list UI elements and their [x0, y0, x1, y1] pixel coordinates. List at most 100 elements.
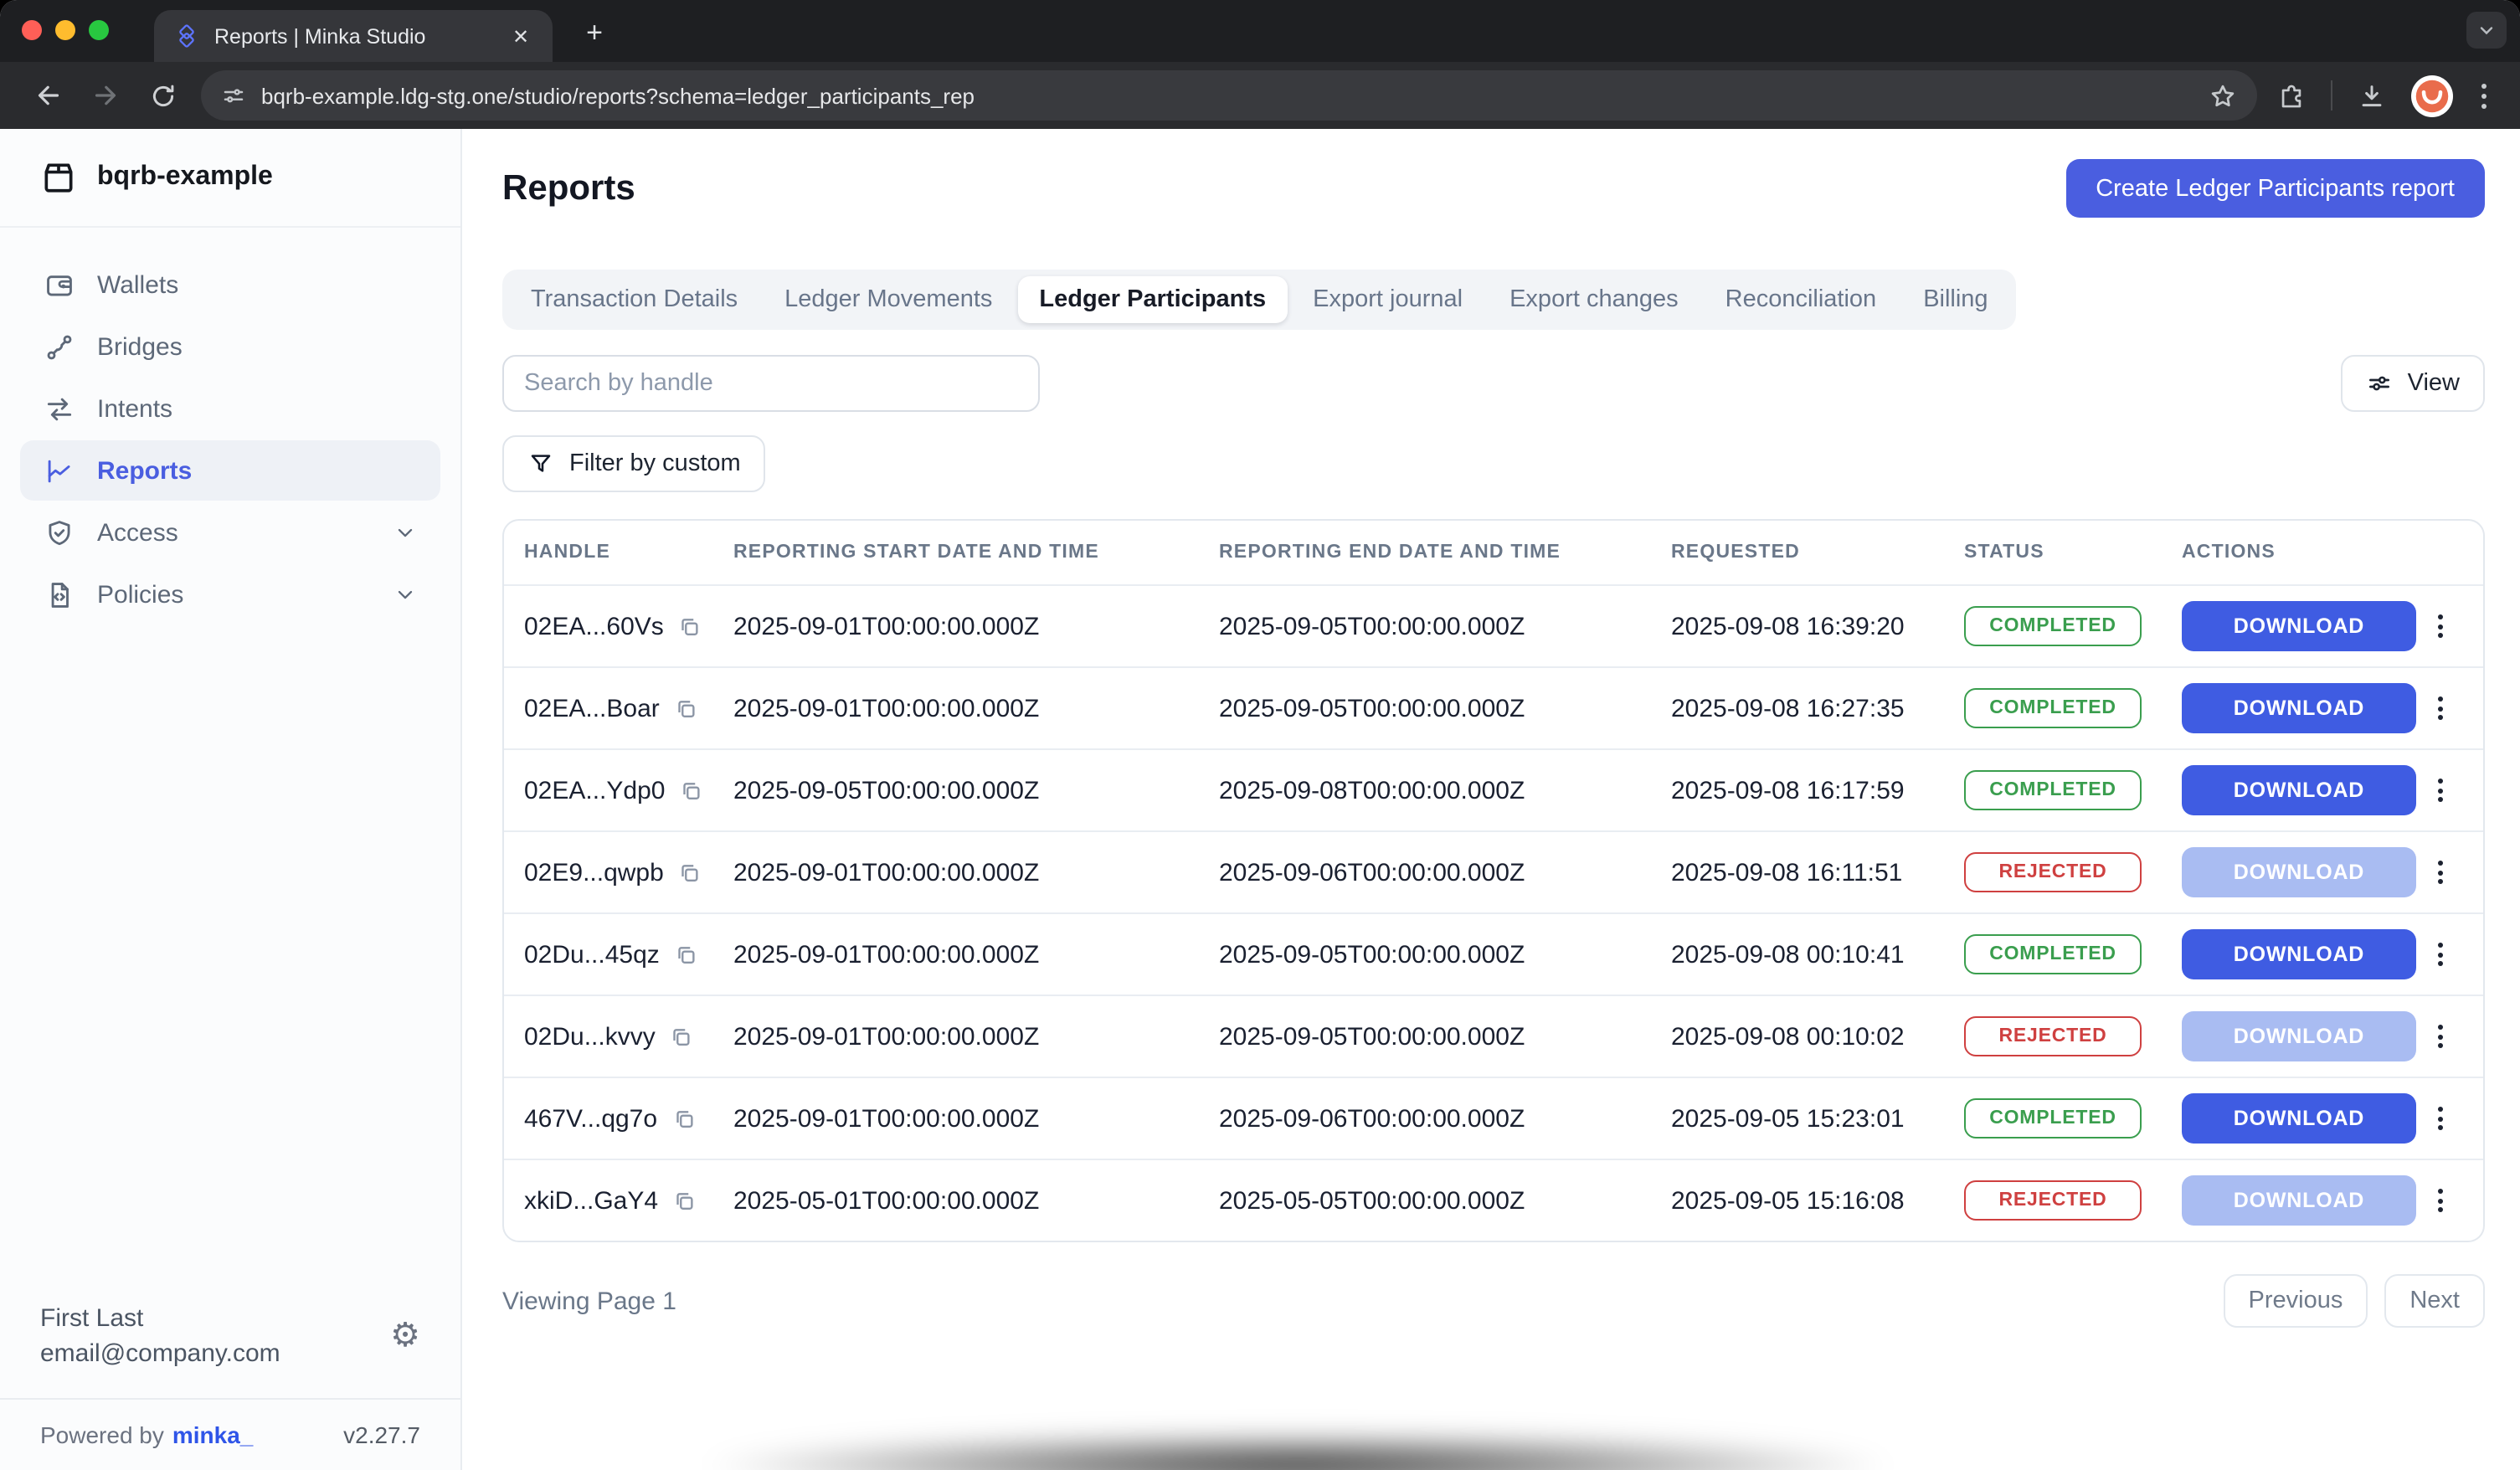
downloads-icon[interactable] [2358, 81, 2386, 110]
copy-icon[interactable] [677, 860, 702, 885]
reporting-end-value: 2025-09-05T00:00:00.000Z [1219, 940, 1671, 969]
minimize-window-button[interactable] [55, 20, 75, 40]
requested-value: 2025-09-05 15:16:08 [1671, 1186, 1964, 1215]
copy-icon[interactable] [677, 614, 702, 639]
requested-value: 2025-09-05 15:23:01 [1671, 1104, 1964, 1133]
row-menu-icon[interactable] [2435, 936, 2446, 973]
download-button: DOWNLOAD [2182, 847, 2416, 897]
next-page-button[interactable]: Next [2384, 1274, 2485, 1328]
table-row: 467V...qg7o 2025-09-01T00:00:00.000Z 202… [504, 1077, 2483, 1159]
download-button[interactable]: DOWNLOAD [2182, 1093, 2416, 1144]
bookmark-star-icon[interactable] [2209, 81, 2237, 110]
status-badge: COMPLETED [1964, 934, 2142, 974]
file-code-icon [44, 578, 75, 610]
status-badge: COMPLETED [1964, 770, 2142, 810]
url-bar[interactable]: bqrb-example.ldg-stg.one/studio/reports?… [201, 70, 2257, 121]
view-button[interactable]: View [2341, 355, 2485, 412]
column-header-handle: Handle [504, 542, 733, 563]
browser-actions [2271, 75, 2500, 116]
download-button[interactable]: DOWNLOAD [2182, 929, 2416, 979]
row-menu-icon[interactable] [2435, 1018, 2446, 1055]
reporting-end-value: 2025-09-06T00:00:00.000Z [1219, 858, 1671, 887]
table-row: xkiD...GaY4 2025-05-01T00:00:00.000Z 202… [504, 1159, 2483, 1241]
row-menu-icon[interactable] [2435, 854, 2446, 891]
report-type-tabs: Transaction DetailsLedger MovementsLedge… [502, 270, 2017, 330]
copy-icon[interactable] [673, 696, 698, 721]
workspace-box-icon [40, 159, 77, 196]
copy-icon[interactable] [673, 942, 698, 967]
copy-icon[interactable] [669, 1024, 694, 1049]
handle-value: xkiD...GaY4 [524, 1186, 658, 1215]
tab-reconciliation[interactable]: Reconciliation [1704, 276, 1899, 323]
row-menu-icon[interactable] [2435, 608, 2446, 645]
copy-icon[interactable] [671, 1106, 696, 1131]
reporting-start-value: 2025-09-01T00:00:00.000Z [733, 1104, 1219, 1133]
browser-menu-icon[interactable] [2478, 76, 2490, 115]
tab-transaction-details[interactable]: Transaction Details [509, 276, 759, 323]
extensions-puzzle-icon[interactable] [2277, 81, 2306, 110]
traffic-lights [22, 20, 109, 40]
sidebar-item-access[interactable]: Access [20, 502, 440, 563]
reporting-start-value: 2025-09-01T00:00:00.000Z [733, 940, 1219, 969]
sidebar-item-bridges[interactable]: Bridges [20, 316, 440, 377]
table-row: 02EA...Ydp0 2025-09-05T00:00:00.000Z 202… [504, 748, 2483, 830]
reporting-start-value: 2025-09-01T00:00:00.000Z [733, 612, 1219, 640]
back-icon[interactable] [20, 70, 77, 121]
workspace-name: bqrb-example [97, 162, 273, 193]
column-header-status: Status [1964, 542, 2182, 563]
workspace-switcher[interactable]: bqrb-example [0, 129, 460, 228]
new-tab-button[interactable]: + [576, 17, 613, 50]
browser-window: Reports | Minka Studio ✕ + bqrb-example.… [0, 0, 2520, 1470]
browser-tab[interactable]: Reports | Minka Studio ✕ [154, 10, 553, 62]
view-button-label: View [2408, 370, 2460, 397]
reporting-end-value: 2025-09-05T00:00:00.000Z [1219, 694, 1671, 722]
copy-icon[interactable] [671, 1188, 697, 1213]
sidebar-item-wallets[interactable]: Wallets [20, 254, 440, 315]
reload-icon[interactable] [134, 70, 191, 121]
sidebar-item-label: Wallets [97, 270, 417, 299]
table-row: 02Du...45qz 2025-09-01T00:00:00.000Z 202… [504, 912, 2483, 995]
tab-ledger-movements[interactable]: Ledger Movements [763, 276, 1014, 323]
sidebar-item-intents[interactable]: Intents [20, 378, 440, 439]
copy-icon[interactable] [678, 778, 703, 803]
main-content: Reports Create Ledger Participants repor… [462, 129, 2520, 1470]
user-name: First Last [40, 1301, 390, 1336]
create-report-button[interactable]: Create Ledger Participants report [2065, 159, 2485, 218]
handle-value: 02E9...qwpb [524, 858, 664, 887]
tab-export-changes[interactable]: Export changes [1488, 276, 1700, 323]
handle-value: 02Du...45qz [524, 940, 660, 969]
shield-check-icon [44, 517, 75, 548]
tab-close-icon[interactable]: ✕ [506, 21, 536, 51]
sidebar-item-policies[interactable]: Policies [20, 564, 440, 624]
bridge-plug-icon [44, 331, 75, 362]
chart-line-icon [44, 455, 75, 486]
requested-value: 2025-09-08 00:10:41 [1671, 940, 1964, 969]
download-button[interactable]: DOWNLOAD [2182, 601, 2416, 651]
site-settings-icon[interactable] [221, 83, 246, 108]
row-menu-icon[interactable] [2435, 1182, 2446, 1219]
maximize-window-button[interactable] [89, 20, 109, 40]
handle-value: 02EA...Boar [524, 694, 660, 722]
previous-page-button[interactable]: Previous [2224, 1274, 2368, 1328]
row-menu-icon[interactable] [2435, 1100, 2446, 1137]
status-badge: COMPLETED [1964, 606, 2142, 646]
sidebar-item-label: Reports [97, 456, 417, 485]
download-button[interactable]: DOWNLOAD [2182, 683, 2416, 733]
tab-export-journal[interactable]: Export journal [1291, 276, 1484, 323]
minka-brand-link[interactable]: minka_ [172, 1421, 254, 1448]
search-input[interactable] [502, 355, 1040, 412]
row-menu-icon[interactable] [2435, 690, 2446, 727]
column-header-end: Reporting end date and time [1219, 542, 1671, 563]
close-window-button[interactable] [22, 20, 42, 40]
filter-by-custom-button[interactable]: Filter by custom [502, 435, 766, 492]
tab-billing[interactable]: Billing [1901, 276, 2009, 323]
profile-avatar[interactable] [2411, 75, 2453, 116]
tab-ledger-participants[interactable]: Ledger Participants [1017, 276, 1288, 323]
download-button[interactable]: DOWNLOAD [2182, 765, 2416, 815]
forward-icon[interactable] [77, 70, 134, 121]
sidebar-item-label: Intents [97, 394, 417, 423]
row-menu-icon[interactable] [2435, 772, 2446, 809]
gear-icon[interactable]: ⚙ [390, 1319, 420, 1353]
tab-search-chevron-button[interactable] [2466, 12, 2507, 49]
sidebar-item-reports[interactable]: Reports [20, 440, 440, 501]
